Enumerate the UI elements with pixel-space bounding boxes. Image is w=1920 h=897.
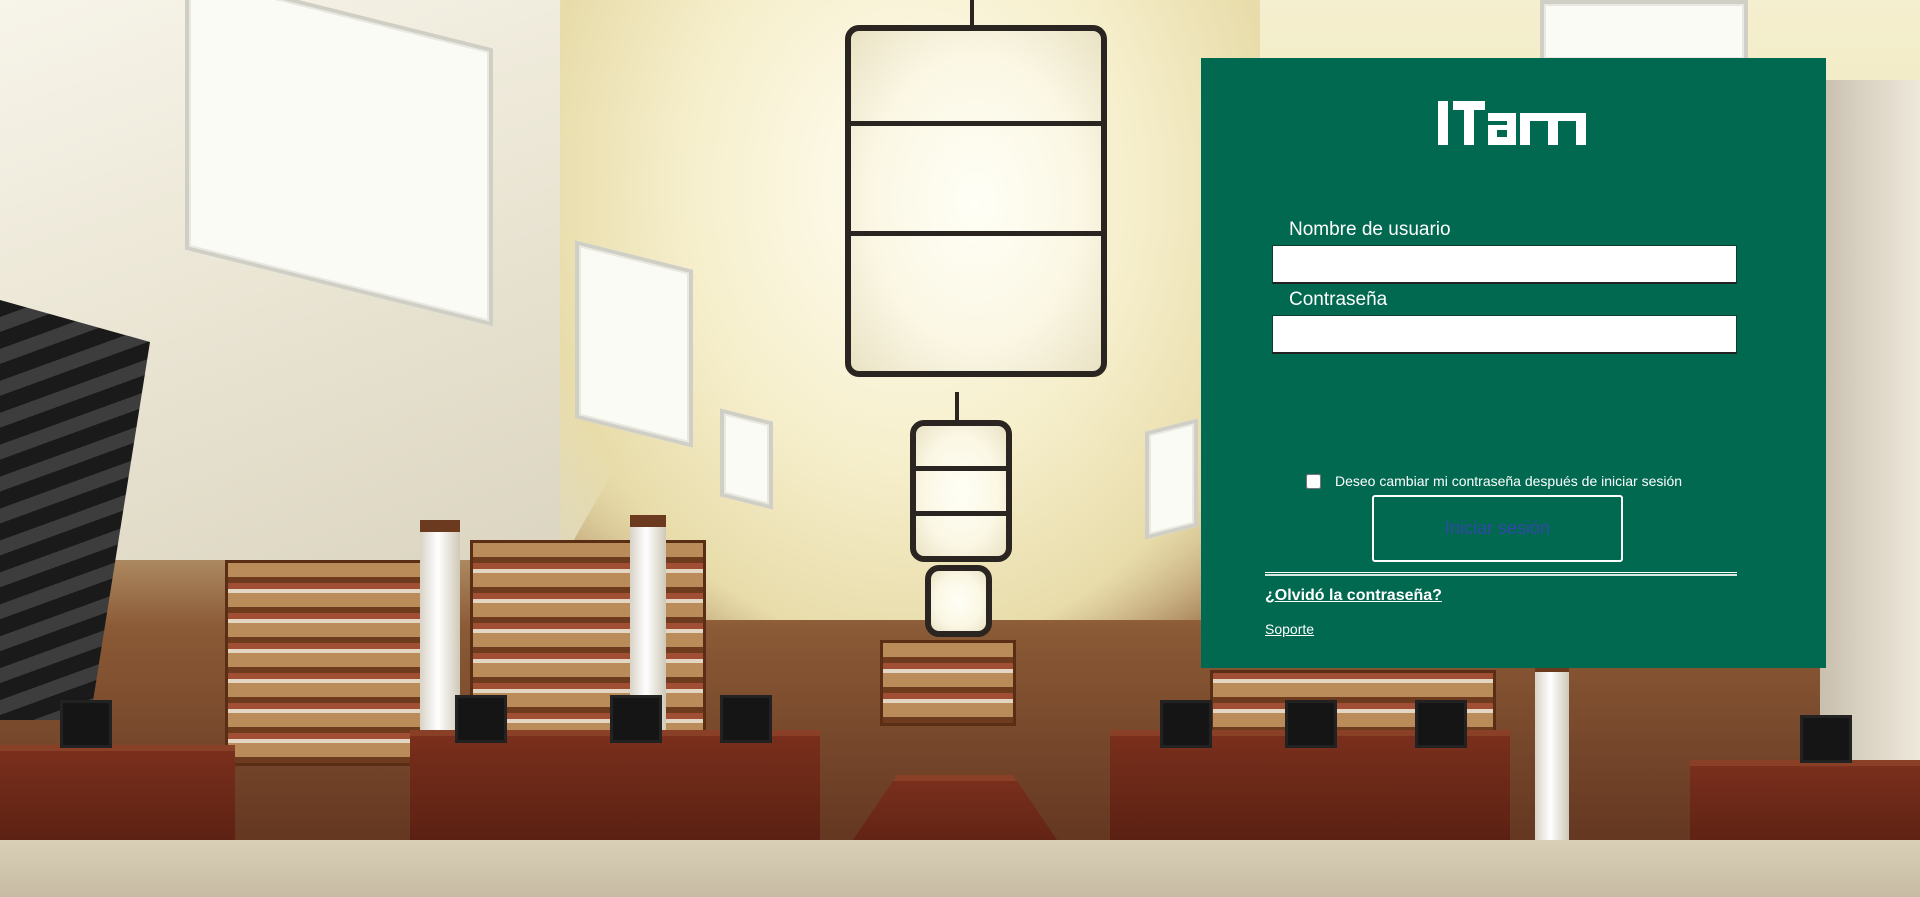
background-floor bbox=[0, 840, 1920, 897]
background-bookshelf bbox=[880, 640, 1016, 726]
change-password-checkbox[interactable] bbox=[1306, 473, 1321, 489]
background-monitor bbox=[1415, 700, 1467, 748]
background-column bbox=[420, 520, 460, 762]
username-input[interactable] bbox=[1272, 245, 1737, 284]
background-chandelier-rod bbox=[955, 392, 959, 422]
itam-logo bbox=[1436, 98, 1591, 152]
password-label: Contraseña bbox=[1289, 289, 1388, 310]
background-monitor bbox=[455, 695, 507, 743]
username-label: Nombre de usuario bbox=[1289, 219, 1451, 240]
forgot-password-link[interactable]: ¿Olvidó la contraseña? bbox=[1265, 587, 1442, 605]
background-monitor bbox=[1800, 715, 1852, 763]
background-right-wall bbox=[1820, 80, 1920, 780]
change-password-label[interactable]: Deseo cambiar mi contraseña después de i… bbox=[1335, 473, 1682, 489]
divider bbox=[1265, 572, 1737, 576]
background-monitor bbox=[1285, 700, 1337, 748]
background-window bbox=[1145, 418, 1198, 540]
background-window bbox=[720, 408, 773, 510]
background-monitor bbox=[720, 695, 772, 743]
password-input[interactable] bbox=[1272, 315, 1737, 354]
background-chandelier bbox=[910, 420, 1012, 562]
background-window bbox=[575, 240, 693, 448]
background-monitor bbox=[1160, 700, 1212, 748]
background-chandelier bbox=[845, 25, 1107, 377]
background-monitor bbox=[60, 700, 112, 748]
background-bookshelf bbox=[225, 560, 431, 766]
sign-in-button[interactable]: Iniciar sesión bbox=[1372, 495, 1623, 562]
background-chandelier bbox=[925, 565, 992, 637]
itam-logo-mark bbox=[1438, 101, 1586, 145]
background-window bbox=[1540, 0, 1748, 63]
background-chandelier-rod bbox=[970, 0, 974, 28]
support-link[interactable]: Soporte bbox=[1265, 621, 1314, 637]
change-password-row: Deseo cambiar mi contraseña después de i… bbox=[1306, 473, 1682, 489]
background-column bbox=[1535, 660, 1569, 852]
background-monitor bbox=[610, 695, 662, 743]
login-page: Nombre de usuario Contraseña Deseo cambi… bbox=[0, 0, 1920, 897]
login-panel: Nombre de usuario Contraseña Deseo cambi… bbox=[1201, 58, 1826, 668]
